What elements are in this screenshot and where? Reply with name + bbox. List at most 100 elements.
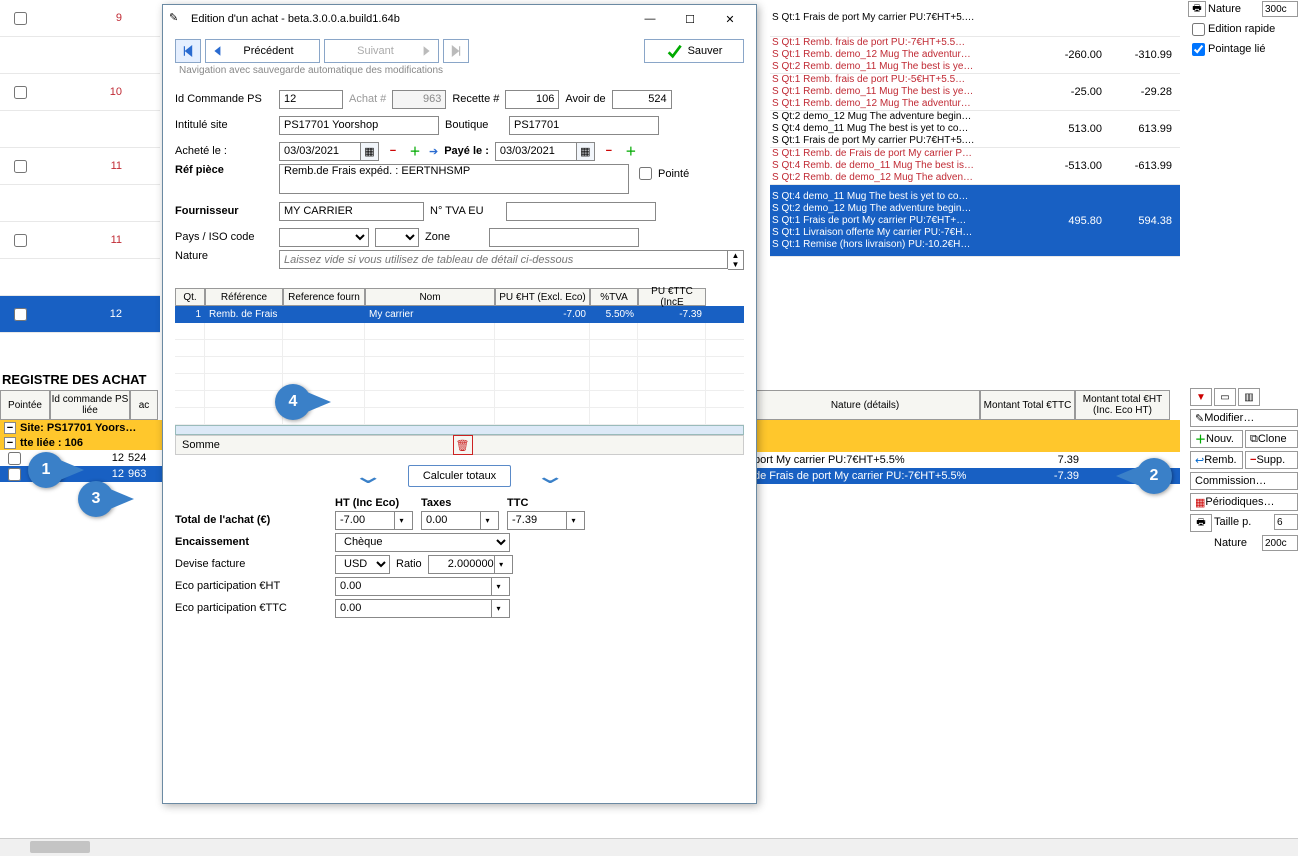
col-pu[interactable]: PU €HT (Excl. Eco) bbox=[495, 288, 590, 306]
form-icon[interactable]: ▭ bbox=[1214, 388, 1236, 406]
spin-up[interactable]: ▲ bbox=[728, 251, 743, 260]
register-row-checkbox[interactable] bbox=[8, 468, 21, 481]
ratio-input[interactable]: 2.000000 bbox=[433, 558, 494, 570]
col-pointee[interactable]: Pointée bbox=[0, 390, 50, 420]
zone-input[interactable] bbox=[489, 228, 639, 247]
pointe-checkbox[interactable]: Pointé bbox=[635, 164, 689, 183]
plus-icon[interactable]: ＋ bbox=[407, 143, 423, 159]
register-row-checkbox[interactable] bbox=[8, 452, 21, 465]
row-checkbox[interactable] bbox=[14, 160, 27, 173]
refund-button[interactable]: ↩Remb. bbox=[1190, 451, 1243, 469]
nature-input[interactable] bbox=[279, 250, 728, 269]
minus-icon[interactable]: − bbox=[385, 143, 401, 159]
col-nature[interactable]: Nature (détails) bbox=[750, 390, 980, 420]
col-tva[interactable]: %TVA bbox=[590, 288, 638, 306]
total-ttc[interactable]: -7.39 bbox=[512, 514, 566, 526]
achete-date-input[interactable] bbox=[279, 142, 361, 161]
nature-cell: port My carrier PU:7€HT+5.5% bbox=[750, 454, 990, 466]
titlebar[interactable]: ✎ Edition d'un achat - beta.3.0.0.a.buil… bbox=[163, 5, 756, 33]
boutique-label: Boutique bbox=[445, 119, 503, 131]
nature-cell: de Frais de port My carrier PU:-7€HT+5.5… bbox=[750, 470, 990, 482]
col-ttc[interactable]: Montant Total €TTC bbox=[980, 390, 1075, 420]
clone-button[interactable]: ⧉Clone bbox=[1245, 430, 1298, 448]
fournisseur-input[interactable] bbox=[279, 202, 424, 221]
ecoht-input[interactable]: 0.00 bbox=[340, 580, 491, 592]
avoir-input[interactable] bbox=[612, 90, 672, 109]
pays-select[interactable] bbox=[279, 228, 369, 247]
commission-button[interactable]: Commission… bbox=[1190, 472, 1298, 490]
register-ac: 524 bbox=[128, 452, 158, 464]
register-header: Pointée Id commande PS liée ac bbox=[0, 390, 170, 420]
nature2-input[interactable] bbox=[1262, 535, 1298, 551]
recette-input[interactable] bbox=[505, 90, 559, 109]
next-button[interactable]: Suivant bbox=[324, 39, 439, 63]
col-idcmd[interactable]: Id commande PS liée bbox=[50, 390, 130, 420]
boutique-input[interactable] bbox=[509, 116, 659, 135]
taille-label: Taille p. bbox=[1212, 514, 1274, 532]
iso-select[interactable] bbox=[375, 228, 419, 247]
first-button[interactable] bbox=[175, 39, 201, 63]
maximize-button[interactable]: ☐ bbox=[670, 7, 710, 31]
plus-icon[interactable]: ＋ bbox=[623, 143, 639, 159]
col-reference[interactable]: Référence bbox=[205, 288, 283, 306]
previous-button[interactable]: Précédent bbox=[205, 39, 320, 63]
col-ref-fourn[interactable]: Reference fourn bbox=[283, 288, 365, 306]
row-checkbox[interactable] bbox=[14, 308, 27, 321]
encaissement-select[interactable]: Chèque bbox=[335, 533, 510, 552]
delete-button[interactable]: −Supp. bbox=[1245, 451, 1298, 469]
calendar-icon[interactable]: ▦ bbox=[361, 142, 379, 161]
chart-icon[interactable]: ▥ bbox=[1238, 388, 1260, 406]
taille-input[interactable] bbox=[1274, 514, 1298, 530]
total-ht[interactable]: -7.00 bbox=[340, 514, 394, 526]
save-button[interactable]: Sauver bbox=[644, 39, 744, 63]
devise-select[interactable]: USD bbox=[335, 555, 390, 574]
spinner-icon[interactable]: ▾ bbox=[494, 556, 508, 573]
spinner-icon[interactable]: ▾ bbox=[491, 600, 505, 617]
paye-date-input[interactable] bbox=[495, 142, 577, 161]
minimize-button[interactable]: — bbox=[630, 7, 670, 31]
nature-input[interactable] bbox=[1262, 1, 1298, 17]
new-button[interactable]: ＋Nouv. bbox=[1190, 430, 1243, 448]
spinner-icon[interactable]: ▾ bbox=[491, 578, 505, 595]
idcmd-input[interactable] bbox=[279, 90, 343, 109]
chevron-down-icon: ⌄ bbox=[352, 463, 385, 489]
trash-icon[interactable]: 🗑 bbox=[453, 435, 473, 455]
col-ht[interactable]: Montant total €HT (Inc. Eco HT) bbox=[1075, 390, 1170, 420]
print-icon[interactable]: 🖶 bbox=[1188, 1, 1206, 17]
spin-down[interactable]: ▼ bbox=[728, 260, 743, 269]
tva-input[interactable] bbox=[506, 202, 656, 221]
minus-icon[interactable]: − bbox=[601, 143, 617, 159]
close-button[interactable]: ✕ bbox=[710, 7, 750, 31]
cell-ref: Remb. de Frais bbox=[205, 306, 283, 323]
spinner-icon[interactable]: ▾ bbox=[566, 512, 580, 529]
detail-grid-row[interactable]: 1 Remb. de Frais My carrier -7.00 5.50% … bbox=[175, 306, 744, 323]
callout-4: 4 bbox=[275, 384, 311, 420]
edit-purchase-dialog: ✎ Edition d'un achat - beta.3.0.0.a.buil… bbox=[162, 4, 757, 804]
col-qt[interactable]: Qt. bbox=[175, 288, 205, 306]
amount-ttc: -613.99 bbox=[1110, 160, 1180, 172]
linked-pointing-checkbox[interactable] bbox=[1192, 43, 1205, 56]
cell-pu: -7.00 bbox=[495, 306, 590, 323]
filter-icon[interactable]: ▼ bbox=[1190, 388, 1212, 406]
row-checkbox[interactable] bbox=[14, 12, 27, 25]
col-puttc[interactable]: PU €TTC (IncE bbox=[638, 288, 706, 306]
calculate-button[interactable]: Calculer totaux bbox=[408, 465, 511, 487]
horizontal-scrollbar[interactable] bbox=[0, 838, 1298, 856]
quick-edit-checkbox[interactable] bbox=[1192, 23, 1205, 36]
grid-scrollbar[interactable] bbox=[175, 425, 744, 435]
modify-button[interactable]: ✎ Modifier… bbox=[1190, 409, 1298, 427]
total-taxes[interactable]: 0.00 bbox=[426, 514, 480, 526]
row-checkbox[interactable] bbox=[14, 234, 27, 247]
row-checkbox[interactable] bbox=[14, 86, 27, 99]
spinner-icon[interactable]: ▾ bbox=[480, 512, 494, 529]
site-input[interactable] bbox=[279, 116, 439, 135]
spinner-icon[interactable]: ▾ bbox=[394, 512, 408, 529]
last-button[interactable] bbox=[443, 39, 469, 63]
print-button[interactable]: 🖶 bbox=[1190, 514, 1212, 532]
col-ac[interactable]: ac bbox=[130, 390, 158, 420]
calendar-icon[interactable]: ▦ bbox=[577, 142, 595, 161]
col-nom[interactable]: Nom bbox=[365, 288, 495, 306]
ecottc-input[interactable]: 0.00 bbox=[340, 602, 491, 614]
ref-input[interactable]: Remb.de Frais expéd. : EERTNHSMP bbox=[279, 164, 629, 194]
periodic-button[interactable]: ▦ Périodiques… bbox=[1190, 493, 1298, 511]
